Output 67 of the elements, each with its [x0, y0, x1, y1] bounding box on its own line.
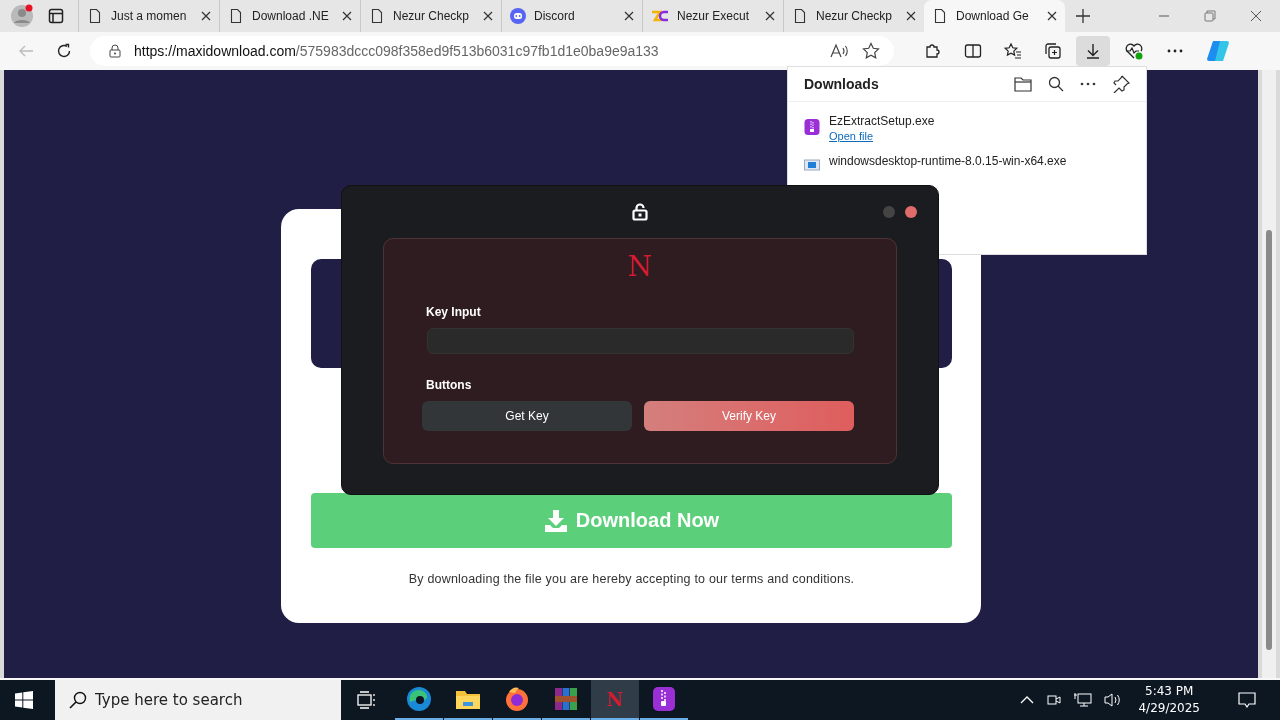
scrollbar[interactable] — [1262, 70, 1276, 678]
close-tab-icon[interactable] — [483, 11, 493, 21]
close-tab-icon[interactable] — [906, 11, 916, 21]
downloads-button[interactable] — [1076, 36, 1110, 66]
favorite-star-icon[interactable] — [862, 42, 880, 60]
health-icon[interactable] — [1124, 42, 1144, 60]
address-field[interactable]: https://maxidownload.com/575983dccc098f358ed9f513b6031c97fb1d1e0ba9e9a133 — [90, 36, 894, 66]
clock-time[interactable]: 5:43 PM — [1145, 683, 1194, 700]
logo: N — [627, 251, 653, 283]
refresh-icon[interactable] — [56, 43, 72, 59]
browser-icon — [406, 686, 432, 712]
download-icon — [1084, 42, 1102, 60]
favorites-icon[interactable] — [1004, 42, 1022, 60]
page-icon — [369, 8, 385, 24]
terms-text: By downloading the file you are hereby accepting to our terms and conditions. — [408, 572, 855, 586]
folder-icon[interactable] — [1014, 76, 1032, 92]
folder-icon — [455, 688, 481, 710]
clock-date[interactable]: 4/29/2025 — [1138, 700, 1200, 717]
page-icon — [932, 8, 948, 24]
downloads-title: Downloads — [804, 76, 880, 92]
notifications-icon[interactable] — [1238, 691, 1256, 709]
books-archive-icon — [553, 686, 579, 712]
camera-icon[interactable] — [1046, 692, 1063, 708]
archive-app-icon — [652, 686, 676, 712]
close-tab-icon[interactable] — [1047, 11, 1057, 21]
close-tab-icon[interactable] — [765, 11, 775, 21]
download-file-name[interactable]: windowsdesktop-runtime-8.0.15-win-x64.exe — [829, 154, 1067, 168]
extensions-icon[interactable] — [924, 42, 942, 60]
copilot-icon[interactable] — [1206, 39, 1230, 63]
site-logo-icon — [651, 10, 669, 22]
read-aloud-icon[interactable] — [830, 43, 850, 59]
network-icon[interactable] — [1074, 692, 1093, 708]
more-icon[interactable] — [1080, 82, 1096, 86]
minimize-dot[interactable] — [883, 206, 895, 218]
taskbar-search-field[interactable]: Type here to search — [55, 680, 341, 720]
page-icon — [87, 8, 103, 24]
open-file-link[interactable]: Open file — [829, 130, 935, 142]
close-dot[interactable] — [905, 206, 917, 218]
volume-icon[interactable] — [1104, 692, 1123, 708]
page-icon — [228, 8, 244, 24]
chat-app-icon — [510, 8, 526, 24]
chevron-up-icon[interactable] — [1020, 695, 1035, 705]
tab-actions-icon[interactable] — [48, 8, 64, 24]
close-tab-icon[interactable] — [201, 11, 211, 21]
close-tab-icon[interactable] — [342, 11, 352, 21]
browser-tab[interactable]: Download Ge — [924, 0, 1065, 32]
download-icon — [543, 509, 568, 532]
close-tab-icon[interactable] — [624, 11, 634, 21]
unlocked-lock-icon — [632, 203, 648, 221]
close-icon[interactable] — [1250, 10, 1262, 22]
fox-browser-icon — [504, 686, 530, 712]
installer-icon — [804, 158, 820, 172]
get-key-button[interactable]: Get Key — [422, 401, 632, 431]
split-screen-icon[interactable] — [964, 42, 982, 60]
app-logo: N — [606, 688, 624, 710]
buttons-label: Buttons — [426, 378, 473, 392]
search-icon[interactable] — [1048, 76, 1064, 92]
archive-app-icon — [804, 118, 820, 136]
page-icon — [792, 8, 808, 24]
collections-icon[interactable] — [1044, 42, 1062, 60]
new-tab-icon[interactable] — [1075, 8, 1091, 24]
download-file-name[interactable]: EzExtractSetup.exe — [829, 114, 935, 128]
key-input-label: Key Input — [426, 305, 482, 319]
start-icon[interactable] — [15, 691, 33, 709]
task-view-icon[interactable] — [357, 691, 377, 709]
pin-icon[interactable] — [1112, 75, 1130, 93]
lock-icon[interactable] — [108, 44, 122, 58]
